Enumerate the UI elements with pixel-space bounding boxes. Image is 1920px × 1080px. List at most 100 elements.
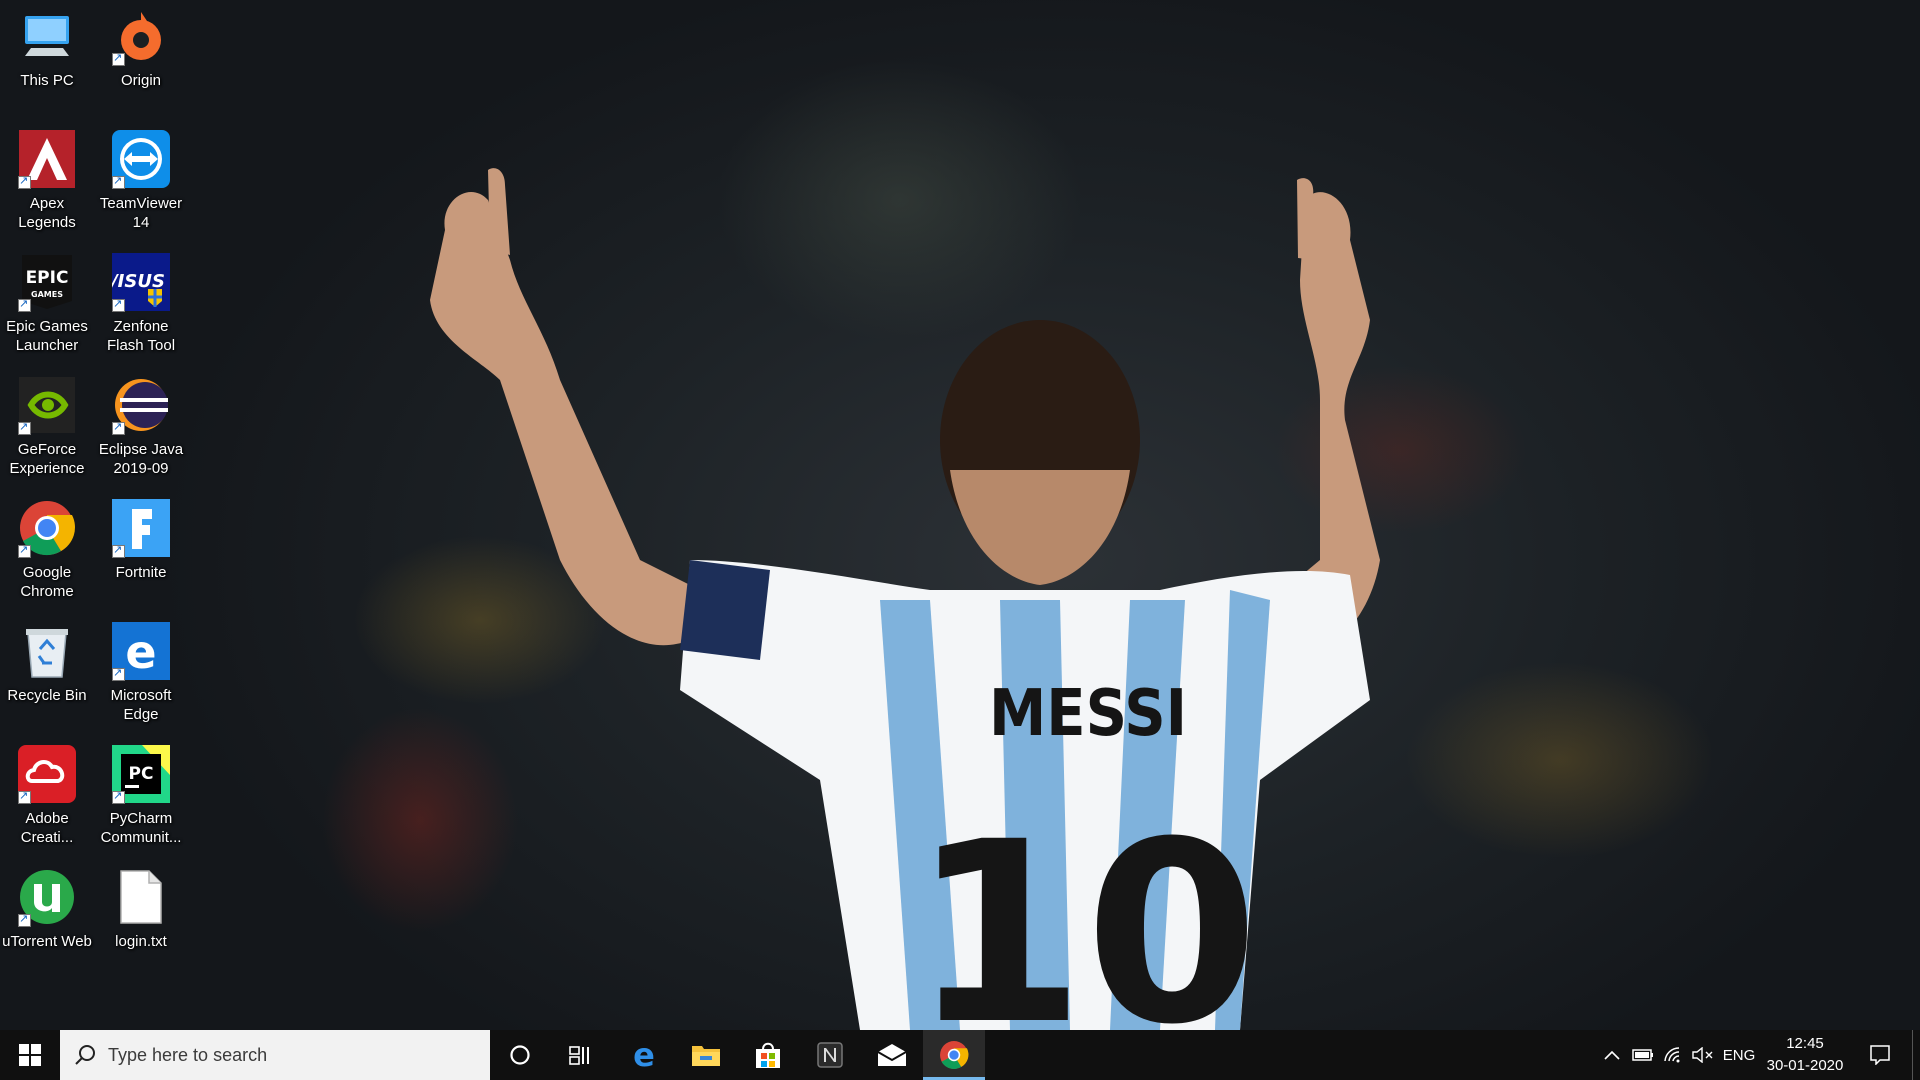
eclipse-icon [111,375,171,435]
search-icon [75,1045,95,1065]
tray-volume[interactable] [1688,1030,1718,1080]
desktop-icon-microsoft-edge[interactable]: e Microsoft Edge [94,615,188,733]
volume-muted-icon [1692,1047,1713,1063]
desktop-icon-eclipse[interactable]: Eclipse Java 2019-09 [94,369,188,487]
svg-text:/ISUS: /ISUS [112,271,165,292]
shortcut-arrow-icon [18,789,31,804]
desktop-icon-label: Apex Legends [18,195,76,231]
start-button[interactable] [0,1030,60,1080]
edge-icon: e [111,621,171,681]
desktop-icon-label: Recycle Bin [7,687,87,704]
apex-legends-icon [17,129,77,189]
desktop-icon-epic-games[interactable]: EPIC GAMES Epic Games Launcher [0,246,94,364]
mail-icon [877,1044,907,1066]
desktop-icon-login-txt[interactable]: login.txt [94,861,188,979]
shortcut-arrow-icon [112,543,125,558]
taskbar-edge-button[interactable]: e [613,1030,675,1080]
taskbar: Type here to search e ENG 12:45 30-01-20… [0,1030,1920,1080]
desktop-wallpaper: MESSI 10 [0,0,1920,1030]
desktop-icon-label: GeForce Experience [9,441,85,477]
task-view-button[interactable] [550,1030,610,1080]
shortcut-arrow-icon [18,174,31,189]
edge-icon: e [633,1040,655,1070]
tray-network[interactable] [1658,1030,1688,1080]
show-desktop-button[interactable] [1912,1030,1920,1080]
desktop-icon-pycharm[interactable]: PC PyCharm Communit... [94,738,188,856]
desktop-icon-fortnite[interactable]: Fortnite [94,492,188,610]
shortcut-arrow-icon [18,543,31,558]
desktop-icon-label: Epic Games Launcher [6,318,88,354]
file-explorer-icon [692,1046,720,1066]
desktop-icon-label: Zenfone Flash Tool [106,318,176,354]
taskbar-chrome-button[interactable] [923,1030,985,1080]
desktop-icon-label: uTorrent Web [2,933,92,950]
shortcut-arrow-icon [18,420,31,435]
desktop-icon-utorrent-web[interactable]: uTorrent Web [0,861,94,979]
desktop-icon-geforce-experience[interactable]: GeForce Experience [0,369,94,487]
notion-icon [817,1042,843,1068]
cortana-icon [510,1045,530,1065]
chrome-icon [940,1041,969,1070]
jersey-name: MESSI [989,677,1187,751]
jersey-number: 10 [911,788,1259,1030]
this-pc-icon [17,6,77,66]
svg-text:EPIC: EPIC [26,268,69,288]
shortcut-arrow-icon [18,297,31,312]
tray-clock[interactable]: 12:45 30-01-2020 [1760,1030,1850,1080]
geforce-icon [17,375,77,435]
action-center-button[interactable] [1860,1030,1900,1080]
desktop-icon-label: Origin [120,72,161,89]
clock-time: 12:45 [1786,1035,1824,1052]
wallpaper-player-illustration: MESSI 10 [430,168,1380,1030]
windows-logo-icon [19,1044,41,1066]
desktop-icon-teamviewer[interactable]: TeamViewer 14 [94,123,188,241]
svg-text:GAMES: GAMES [31,290,63,299]
wifi-icon [1664,1047,1680,1063]
shortcut-arrow-icon [112,51,125,66]
utorrent-icon [17,867,77,927]
adobe-cc-icon [17,744,77,804]
desktop-icon-label: Eclipse Java 2019-09 [98,441,184,477]
search-placeholder: Type here to search [108,1044,268,1065]
task-view-icon [569,1046,589,1065]
epic-games-icon: EPIC GAMES [17,252,77,312]
desktop-icon-recycle-bin[interactable]: Recycle Bin [0,615,94,733]
recycle-bin-icon [17,621,77,681]
shortcut-arrow-icon [112,297,125,312]
desktop-icon-zenfone-flash-tool[interactable]: /ISUS Zenfone Flash Tool [94,246,188,364]
desktop-icon-adobe-creative-cloud[interactable]: Adobe Creati... [0,738,94,856]
shortcut-arrow-icon [112,666,125,681]
taskbar-search-box[interactable]: Type here to search [60,1030,490,1080]
text-file-icon [111,867,171,927]
cortana-button[interactable] [490,1030,550,1080]
taskbar-notion-button[interactable] [799,1030,861,1080]
fortnite-icon [111,498,171,558]
clock-date: 30-01-2020 [1766,1057,1844,1074]
desktop-icon-label: login.txt [115,933,167,950]
tray-language[interactable]: ENG [1718,1030,1760,1080]
shortcut-arrow-icon [112,789,125,804]
asus-icon: /ISUS [111,252,171,312]
notification-icon [1870,1045,1890,1065]
svg-text:PC: PC [129,764,154,784]
taskbar-file-explorer-button[interactable] [675,1030,737,1080]
taskbar-store-button[interactable] [737,1030,799,1080]
desktop-icon-origin[interactable]: Origin [94,0,188,118]
show-hidden-icons-button[interactable] [1598,1030,1626,1080]
svg-text:e: e [633,1040,655,1070]
desktop-icon-this-pc[interactable]: This PC [0,0,94,118]
chevron-up-icon [1604,1050,1620,1060]
desktop-icon-label: Adobe Creati... [20,810,74,846]
desktop-icon-apex-legends[interactable]: Apex Legends [0,123,94,241]
shortcut-arrow-icon [112,420,125,435]
desktop-icon-google-chrome[interactable]: Google Chrome [0,492,94,610]
desktop-icon-label: This PC [20,72,74,89]
teamviewer-icon [111,129,171,189]
desktop-icon-label: PyCharm Communit... [100,810,182,846]
desktop-icon-label: Google Chrome [20,564,74,600]
store-icon [756,1042,780,1068]
taskbar-mail-button[interactable] [861,1030,923,1080]
tray-battery[interactable] [1628,1030,1658,1080]
shortcut-arrow-icon [112,174,125,189]
pycharm-icon: PC [111,744,171,804]
